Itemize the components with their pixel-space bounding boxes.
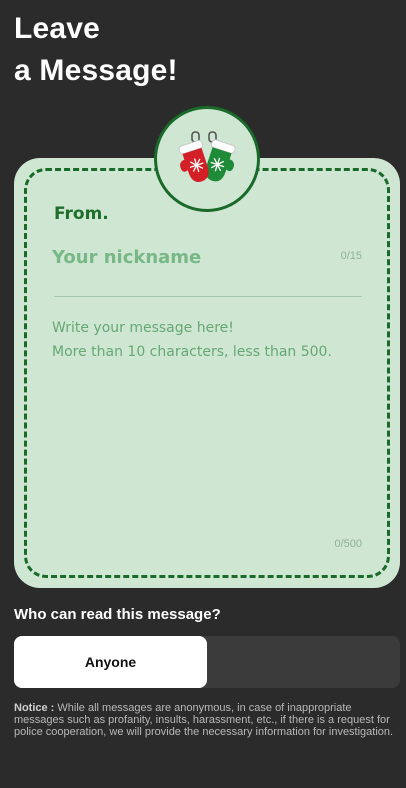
mittens-badge xyxy=(154,106,260,212)
notice-title: Notice : xyxy=(14,702,55,714)
mittens-icon xyxy=(178,131,236,182)
notice-body: While all messages are anonymous, in cas… xyxy=(14,702,394,738)
page-title-line-1: Leave xyxy=(14,12,101,45)
visibility-option-private[interactable] xyxy=(207,636,400,688)
nickname-input[interactable] xyxy=(52,242,312,272)
message-char-counter: 0/500 xyxy=(334,538,362,550)
notice-text: Notice : While all messages are anonymou… xyxy=(14,702,400,738)
page-title-line-2: a Message! xyxy=(14,54,178,87)
page-title: Leave a Message! xyxy=(14,8,178,92)
visibility-toggle: Anyone xyxy=(14,636,400,688)
message-textarea[interactable] xyxy=(52,316,372,516)
field-divider xyxy=(54,296,362,297)
from-label: From. xyxy=(54,204,109,224)
nickname-char-counter: 0/15 xyxy=(340,250,362,262)
visibility-option-anyone[interactable]: Anyone xyxy=(14,636,207,688)
visibility-question: Who can read this message? xyxy=(14,606,221,623)
message-card: From. 0/15 0/500 xyxy=(14,158,400,588)
